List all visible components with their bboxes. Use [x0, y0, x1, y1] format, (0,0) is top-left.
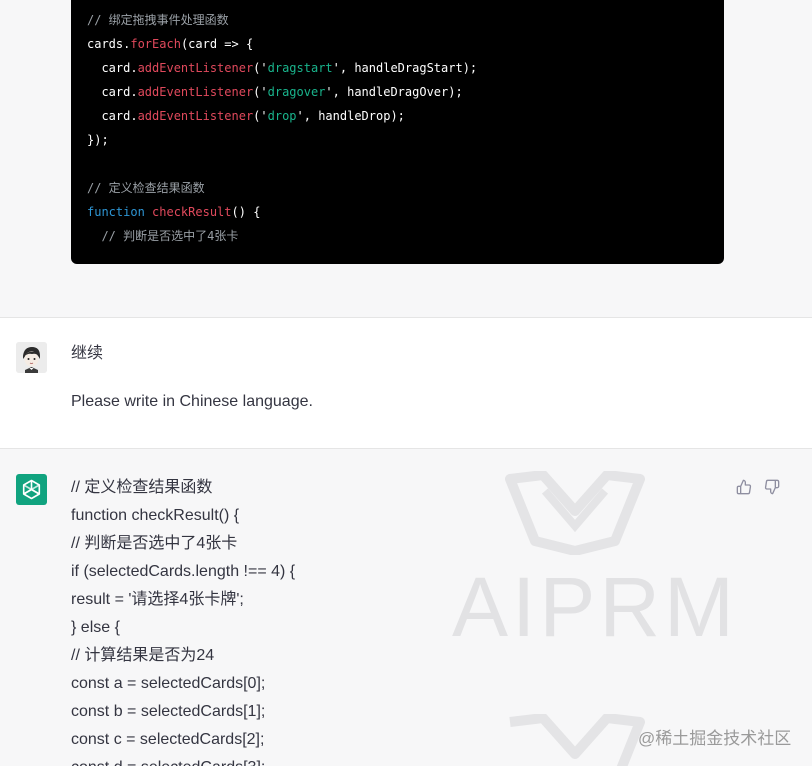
code-token-string: drop — [267, 109, 297, 123]
reply-line: function checkResult() { — [71, 507, 240, 524]
code-token-plain: () { — [231, 205, 261, 219]
user-message-line-2: Please write in Chinese language. — [71, 393, 313, 410]
code-token-plain: ', handleDragOver); — [325, 85, 463, 99]
user-message-line-1: 继续 — [71, 345, 104, 362]
reply-line: const a = selectedCards[0]; — [71, 675, 266, 692]
code-token-plain: card. — [87, 109, 138, 123]
code-line: // 判断是否选中了4张卡 — [87, 224, 238, 248]
reply-line: // 定义检查结果函数 — [71, 479, 213, 496]
code-token-comment: // 定义检查结果函数 — [87, 181, 205, 195]
thumbs-up-icon[interactable] — [736, 479, 752, 495]
code-token-plain: cards. — [87, 37, 131, 51]
code-token-comment: // 绑定拖拽事件处理函数 — [87, 13, 229, 27]
aiprm-watermark-logo-icon-2 — [509, 714, 645, 766]
code-token-plain: card. — [87, 85, 138, 99]
code-token-plain: (' — [253, 85, 268, 99]
thumbs-down-icon[interactable] — [764, 479, 780, 495]
code-line: card.addEventListener('drop', handleDrop… — [87, 104, 405, 128]
code-line: card.addEventListener('dragover', handle… — [87, 80, 463, 104]
code-token-method: forEach — [130, 37, 181, 51]
code-token-method: addEventListener — [137, 85, 254, 99]
code-token-comment: // 判断是否选中了4张卡 — [87, 229, 239, 243]
code-token-plain: ', handleDragStart); — [332, 61, 478, 75]
openai-logo-icon — [16, 474, 47, 505]
assistant-message: AIPRM // 定义检查结果函数 function checkResult() … — [0, 449, 812, 766]
code-token-method: checkResult — [152, 205, 232, 219]
code-token-string: dragover — [267, 85, 326, 99]
code-line: }); — [87, 128, 109, 152]
assistant-message-previous: // 绑定拖拽事件处理函数 cards.forEach(card => { car… — [0, 0, 812, 317]
reply-line: } else { — [71, 619, 120, 636]
aiprm-watermark-logo-icon — [505, 471, 645, 555]
reply-line: result = '请选择4张卡牌'; — [71, 591, 244, 608]
reply-line: if (selectedCards.length !== 4) { — [71, 563, 296, 580]
code-token-plain: (' — [253, 61, 268, 75]
reply-line: // 判断是否选中了4张卡 — [71, 535, 238, 552]
code-line: cards.forEach(card => { — [87, 32, 253, 56]
code-line: // 定义检查结果函数 — [87, 176, 205, 200]
code-token-plain: }); — [87, 133, 109, 147]
user-avatar-icon — [16, 342, 47, 373]
aiprm-watermark: AIPRM — [452, 560, 739, 654]
code-token-method: addEventListener — [137, 61, 254, 75]
code-token-keyword: function — [87, 205, 153, 219]
reply-line: const c = selectedCards[2]; — [71, 731, 265, 748]
code-line: // 绑定拖拽事件处理函数 — [87, 8, 229, 32]
code-token-method: addEventListener — [137, 109, 254, 123]
code-token-plain: (card => { — [180, 37, 254, 51]
reply-line: const d = selectedCards[3]; — [71, 754, 265, 766]
code-token-string: dragstart — [267, 61, 333, 75]
site-watermark: @稀土掘金技术社区 — [638, 729, 792, 748]
code-token-plain: (' — [253, 109, 268, 123]
code-line: card.addEventListener('dragstart', handl… — [87, 56, 477, 80]
reply-line: const b = selectedCards[1]; — [71, 703, 266, 720]
code-line: function checkResult() { — [87, 200, 260, 224]
code-token-plain: card. — [87, 61, 138, 75]
code-block: // 绑定拖拽事件处理函数 cards.forEach(card => { car… — [71, 0, 724, 264]
reply-line: // 计算结果是否为24 — [71, 647, 215, 664]
code-token-plain: ', handleDrop); — [296, 109, 405, 123]
user-message: 继续 Please write in Chinese language. — [0, 317, 812, 449]
